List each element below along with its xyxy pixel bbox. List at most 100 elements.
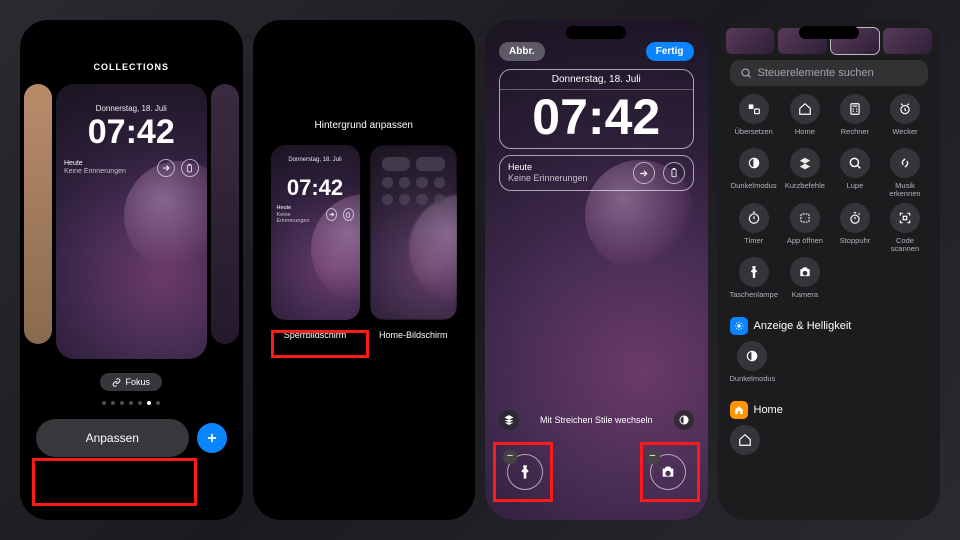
control-shortcuts[interactable]: Kurzbefehle	[782, 148, 828, 199]
section-home: Home	[730, 401, 929, 419]
enter-arrow-icon	[326, 208, 337, 221]
control-label: Taschenlampe	[730, 291, 778, 307]
translate-icon	[739, 94, 769, 124]
lockscreen-choice[interactable]: Donnerstag, 18. Juli 07:42 Heute Keine E…	[271, 145, 360, 340]
panel-controls-gallery: Steuerelemente suchen Übersetzen Home Rech…	[718, 20, 941, 520]
camera-quick-action[interactable]: −	[650, 454, 686, 490]
done-button[interactable]: Fertig	[646, 42, 694, 61]
notch	[799, 26, 859, 39]
search-placeholder: Steuerelemente suchen	[758, 67, 874, 79]
swipe-hint: Mit Streichen Stile wechseln	[540, 415, 653, 425]
magnifier-icon	[840, 148, 870, 178]
focus-pill[interactable]: Fokus	[100, 373, 162, 391]
wallpaper-carousel[interactable]: Donnerstag, 18. Juli 07:42 Heute Keine E…	[20, 84, 243, 369]
enter-arrow-icon[interactable]	[633, 162, 655, 184]
page-dots	[20, 401, 243, 405]
collections-header: COLLECTIONS	[20, 62, 243, 72]
flashlight-icon	[739, 257, 769, 287]
control-label: Wecker	[892, 128, 917, 144]
home-icon	[730, 425, 760, 455]
lock-date-small: Donnerstag, 18. Juli	[271, 157, 360, 163]
control-label: Lupe	[847, 182, 864, 198]
controls-grid: Übersetzen Home Rechner Wecker Dunkelmodus Ku…	[718, 94, 941, 307]
notch	[101, 26, 161, 39]
remove-badge-icon[interactable]: −	[503, 450, 517, 464]
section-display-brightness: Anzeige & Helligkeit	[730, 317, 929, 335]
editable-date[interactable]: Donnerstag, 18. Juli	[500, 70, 693, 90]
current-wallpaper-card[interactable]: Donnerstag, 18. Juli 07:42 Heute Keine E…	[56, 84, 207, 359]
flashlight-quick-action[interactable]: −	[507, 454, 543, 490]
control-label: Rechner	[841, 128, 869, 144]
control-label: Home	[795, 128, 815, 144]
lock-time: 07:42	[56, 115, 207, 149]
customize-button[interactable]: Anpassen	[36, 419, 189, 457]
control-camera[interactable]: Kamera	[782, 257, 828, 307]
notch	[334, 26, 394, 39]
control-timer[interactable]: Timer	[730, 203, 778, 254]
widgets-editable[interactable]: Heute Keine Erinnerungen	[499, 155, 694, 191]
homescreen-choice[interactable]: Home-Bildschirm	[370, 145, 457, 340]
control-shazam[interactable]: Musik erkennen	[882, 148, 928, 199]
control-label: Dunkelmodus	[731, 182, 777, 198]
shazam-icon	[890, 148, 920, 178]
control-label: App öffnen	[787, 237, 823, 253]
home-icon	[790, 94, 820, 124]
control-calculator[interactable]: Rechner	[832, 94, 878, 144]
control-scancode[interactable]: Code scannen	[882, 203, 928, 254]
control-magnifier[interactable]: Lupe	[832, 148, 878, 199]
homescreen-label: Home-Bildschirm	[379, 330, 448, 340]
control-darkmode-row[interactable]: Dunkelmodus	[730, 341, 776, 391]
darkmode-icon	[739, 148, 769, 178]
control-alarm[interactable]: Wecker	[882, 94, 928, 144]
editable-time[interactable]: 07:42	[500, 90, 693, 148]
search-controls-field[interactable]: Steuerelemente suchen	[730, 60, 929, 86]
battery-widget-icon	[343, 208, 354, 221]
panel-collections: COLLECTIONS Donnerstag, 18. Juli 07:42 H…	[20, 20, 243, 520]
timer-icon	[739, 203, 769, 233]
control-appopen[interactable]: App öffnen	[782, 203, 828, 254]
next-wallpaper-peek[interactable]	[211, 84, 239, 344]
add-wallpaper-button[interactable]	[197, 423, 227, 453]
control-home[interactable]: Home	[782, 94, 828, 144]
layers-icon[interactable]	[499, 410, 519, 430]
reminders-widget: Heute Keine Erinnerungen	[64, 160, 126, 177]
control-label: Musik erkennen	[882, 182, 928, 199]
appearance-icon[interactable]	[674, 410, 694, 430]
panel-lockscreen-editor: Abbr. Fertig Donnerstag, 18. Juli 07:42 …	[485, 20, 708, 520]
control-flashlight[interactable]: Taschenlampe	[730, 257, 778, 307]
link-icon	[112, 378, 121, 387]
battery-widget-icon	[181, 159, 199, 177]
customize-bg-title: Hintergrund anpassen	[253, 120, 476, 131]
control-label: Kurzbefehle	[785, 182, 825, 198]
alarm-icon	[890, 94, 920, 124]
style-swipe-row[interactable]: Mit Streichen Stile wechseln	[485, 410, 708, 430]
darkmode-icon	[737, 341, 767, 371]
focus-label: Fokus	[125, 377, 150, 387]
control-stopwatch[interactable]: Stoppuhr	[832, 203, 878, 254]
battery-widget-icon[interactable]	[663, 162, 685, 184]
display-section-icon	[730, 317, 748, 335]
prev-wallpaper-peek[interactable]	[24, 84, 52, 344]
enter-arrow-icon	[157, 159, 175, 177]
date-time-editable[interactable]: Donnerstag, 18. Juli 07:42	[499, 69, 694, 149]
remove-badge-icon[interactable]: −	[646, 450, 660, 464]
control-label: Übersetzen	[735, 128, 773, 144]
control-darkmode[interactable]: Dunkelmodus	[730, 148, 778, 199]
reminders-widget-edit[interactable]: Heute Keine Erinnerungen	[508, 162, 625, 184]
control-translate[interactable]: Übersetzen	[730, 94, 778, 144]
control-label: Stoppuhr	[840, 237, 870, 253]
panel-choose-screen: Hintergrund anpassen Donnerstag, 18. Jul…	[253, 20, 476, 520]
stopwatch-icon	[840, 203, 870, 233]
reminders-widget-small: Heute Keine Erinnerungen	[277, 205, 315, 225]
calculator-icon	[840, 94, 870, 124]
lock-time-small: 07:42	[271, 177, 360, 199]
home-icon-grid	[382, 157, 445, 308]
appopen-icon	[790, 203, 820, 233]
control-label: Timer	[744, 237, 763, 253]
lock-date: Donnerstag, 18. Juli	[56, 104, 207, 113]
cancel-button[interactable]: Abbr.	[499, 42, 545, 61]
search-icon	[740, 67, 752, 79]
home-section-icon	[730, 401, 748, 419]
control-label: Code scannen	[882, 237, 928, 254]
control-home-row[interactable]	[730, 425, 760, 475]
